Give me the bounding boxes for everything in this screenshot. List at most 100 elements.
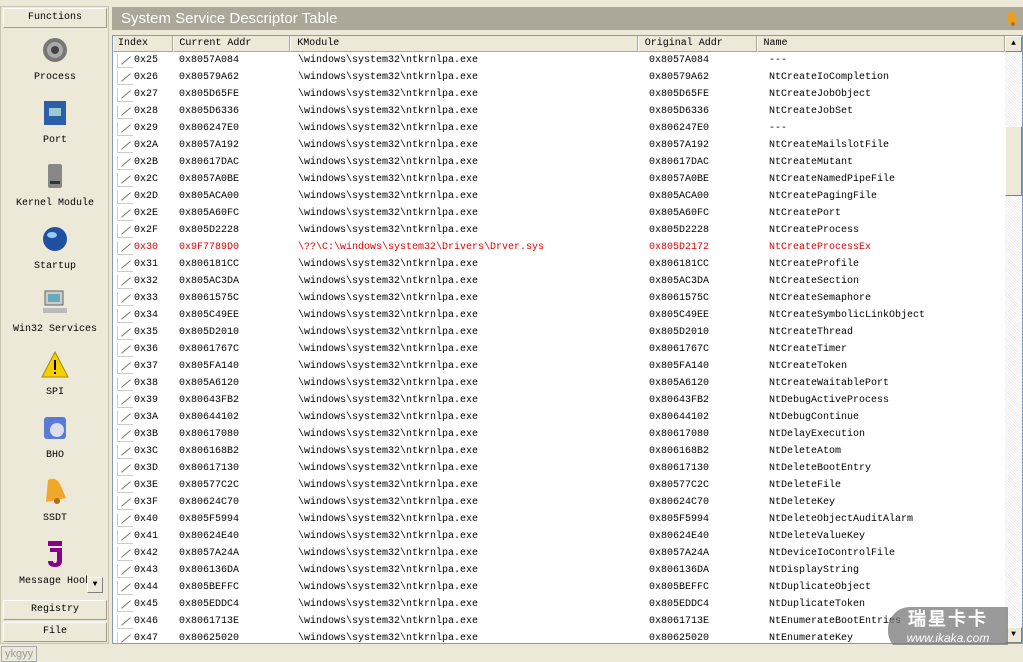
- table-row[interactable]: 0x2B 0x80617DAC \windows\system32\ntkrnlpa…: [113, 154, 1005, 171]
- cell-index-text: 0x46: [134, 616, 159, 627]
- registry-button[interactable]: Registry: [3, 600, 107, 620]
- cell-original-addr: 0x805EDDC4: [649, 599, 710, 610]
- cell-index-text: 0x3D: [134, 463, 159, 474]
- row-item-icon: [117, 189, 133, 204]
- table-row[interactable]: 0x2D 0x805ACA00 \windows\system32\ntkrnlpa…: [113, 188, 1005, 205]
- cell-index-text: 0x33: [134, 293, 159, 304]
- column-header-current-addr[interactable]: Current Addr: [173, 36, 291, 52]
- sidebar-tool-spi[interactable]: SPI: [3, 346, 107, 409]
- cell-name: NtCreateSymbolicLinkObject: [769, 310, 926, 321]
- cell-index: 0x43: [113, 562, 174, 579]
- cell-original-addr: 0x80617080: [649, 429, 710, 440]
- status-bar: ykgyy: [0, 645, 1023, 662]
- scroll-up-button[interactable]: ▲: [1005, 36, 1022, 52]
- table-row[interactable]: 0x28 0x805D6336 \windows\system32\ntkrnlpa…: [113, 103, 1005, 120]
- table-row[interactable]: 0x37 0x805FA140 \windows\system32\ntkrnlpa…: [113, 358, 1005, 375]
- table-row[interactable]: 0x27 0x805D65FE \windows\system32\ntkrnlpa…: [113, 86, 1005, 103]
- table-row[interactable]: 0x34 0x805C49EE \windows\system32\ntkrnlpa…: [113, 307, 1005, 324]
- cell-original-addr: 0x80625020: [649, 633, 710, 644]
- table-row[interactable]: 0x26 0x80579A62 \windows\system32\ntkrnlpa…: [113, 69, 1005, 86]
- cell-name: NtCreateWaitablePort: [769, 378, 890, 389]
- row-item-icon: [117, 427, 133, 442]
- cell-original-addr: 0x80617DAC: [649, 157, 710, 168]
- row-item-icon: [117, 546, 133, 561]
- watermark-brand: 瑞星卡卡: [908, 609, 988, 629]
- table-row[interactable]: 0x41 0x80624E40 \windows\system32\ntkrnlpa…: [113, 528, 1005, 545]
- cell-original-addr: 0x8061713E: [649, 616, 710, 627]
- row-item-icon: [117, 444, 133, 459]
- row-item-icon: [117, 563, 133, 578]
- sidebar-tool-label: SSDT: [42, 513, 67, 524]
- table-row[interactable]: 0x3C 0x806168B2 \windows\system32\ntkrnlpa…: [113, 443, 1005, 460]
- sidebar-tool-bho[interactable]: BHO: [3, 409, 107, 472]
- table-row[interactable]: 0x35 0x805D2010 \windows\system32\ntkrnlpa…: [113, 324, 1005, 341]
- cell-index: 0x37: [113, 358, 174, 375]
- cell-original-addr: 0x805D65FE: [649, 89, 710, 100]
- row-item-icon: [117, 53, 133, 68]
- table-row[interactable]: 0x31 0x806181CC \windows\system32\ntkrnlpa…: [113, 256, 1005, 273]
- column-header-kmodule[interactable]: KModule: [290, 36, 638, 52]
- file-button[interactable]: File: [3, 622, 107, 642]
- cell-kmodule: \windows\system32\ntkrnlpa.exe: [298, 429, 479, 440]
- table-row[interactable]: 0x3A 0x80644102 \windows\system32\ntkrnlpa…: [113, 409, 1005, 426]
- cell-kmodule: \windows\system32\ntkrnlpa.exe: [298, 191, 479, 202]
- table-row[interactable]: 0x3D 0x80617130 \windows\system32\ntkrnlpa…: [113, 460, 1005, 477]
- table-row[interactable]: 0x44 0x805BEFFC \windows\system32\ntkrnlpa…: [113, 579, 1005, 596]
- functions-button[interactable]: Functions: [3, 8, 107, 28]
- table-row[interactable]: 0x42 0x8057A24A \windows\system32\ntkrnlpa…: [113, 545, 1005, 562]
- cell-name: NtDeleteKey: [769, 497, 836, 508]
- cell-name: ---: [769, 55, 788, 66]
- table-row[interactable]: 0x2C 0x8057A0BE \windows\system32\ntkrnlpa…: [113, 171, 1005, 188]
- cell-current-addr: 0x805FA140: [179, 361, 240, 372]
- cell-kmodule: \windows\system32\ntkrnlpa.exe: [298, 378, 479, 389]
- column-header-index[interactable]: Index: [113, 36, 174, 52]
- table-row[interactable]: 0x30 0x9F7789D0 \??\C:\windows\system32\Dr…: [113, 239, 1005, 256]
- cell-kmodule: \windows\system32\ntkrnlpa.exe: [298, 412, 479, 423]
- vertical-scrollbar[interactable]: ▲ ▼: [1005, 36, 1022, 643]
- table-row[interactable]: 0x45 0x805EDDC4 \windows\system32\ntkrnlpa…: [113, 596, 1005, 613]
- tool-list-scroll-down-button[interactable]: ▼: [87, 577, 103, 593]
- cell-index-text: 0x3F: [134, 497, 159, 508]
- table-row[interactable]: 0x46 0x8061713E \windows\system32\ntkrnlpa…: [113, 613, 1005, 630]
- gear-icon: [43, 38, 67, 62]
- sidebar-tool-kernel-module[interactable]: Kernel Module: [3, 157, 107, 220]
- table-row[interactable]: 0x3F 0x80624C70 \windows\system32\ntkrnlpa…: [113, 494, 1005, 511]
- table-row[interactable]: 0x2F 0x805D2228 \windows\system32\ntkrnlpa…: [113, 222, 1005, 239]
- table-row[interactable]: 0x43 0x806136DA \windows\system32\ntkrnlpa…: [113, 562, 1005, 579]
- sidebar-tool-ssdt[interactable]: SSDT: [3, 472, 107, 535]
- sidebar-tool-startup[interactable]: Startup: [3, 220, 107, 283]
- table-row[interactable]: 0x39 0x80643FB2 \windows\system32\ntkrnlpa…: [113, 392, 1005, 409]
- table-row[interactable]: 0x38 0x805A6120 \windows\system32\ntkrnlpa…: [113, 375, 1005, 392]
- table-row[interactable]: 0x29 0x806247E0 \windows\system32\ntkrnlpa…: [113, 120, 1005, 137]
- cell-index-text: 0x2B: [134, 157, 159, 168]
- cell-index-text: 0x38: [134, 378, 159, 389]
- table-row[interactable]: 0x3E 0x80577C2C \windows\system32\ntkrnlpa…: [113, 477, 1005, 494]
- cell-original-addr: 0x805F5994: [649, 514, 710, 525]
- sidebar-tool-win32-services[interactable]: Win32 Services: [3, 283, 107, 346]
- cell-current-addr: 0x80617080: [179, 429, 240, 440]
- table-row[interactable]: 0x32 0x805AC3DA \windows\system32\ntkrnlpa…: [113, 273, 1005, 290]
- column-header-original-addr[interactable]: Original Addr: [637, 36, 757, 52]
- table-row[interactable]: 0x33 0x8061575C \windows\system32\ntkrnlpa…: [113, 290, 1005, 307]
- cell-kmodule: \windows\system32\ntkrnlpa.exe: [298, 208, 479, 219]
- cell-original-addr: 0x805D2172: [649, 242, 710, 253]
- row-item-icon: [117, 155, 133, 170]
- cell-name: NtCreateIoCompletion: [769, 72, 890, 83]
- cell-index: 0x35: [113, 324, 174, 341]
- table-row[interactable]: 0x47 0x80625020 \windows\system32\ntkrnlpa…: [113, 630, 1005, 644]
- column-header-name[interactable]: Name: [756, 36, 1005, 52]
- table-row[interactable]: 0x3B 0x80617080 \windows\system32\ntkrnlpa…: [113, 426, 1005, 443]
- table-row[interactable]: 0x2E 0x805A60FC \windows\system32\ntkrnlpa…: [113, 205, 1005, 222]
- table-row[interactable]: 0x36 0x8061767C \windows\system32\ntkrnlpa…: [113, 341, 1005, 358]
- row-item-icon: [117, 410, 133, 425]
- cell-original-addr: 0x80624C70: [649, 497, 710, 508]
- table-row[interactable]: 0x2A 0x8057A192 \windows\system32\ntkrnlpa…: [113, 137, 1005, 154]
- sidebar-tool-port[interactable]: Port: [3, 94, 107, 157]
- scrollbar-thumb[interactable]: [1005, 126, 1022, 196]
- sidebar-tool-process[interactable]: Process: [3, 31, 107, 94]
- table-row[interactable]: 0x40 0x805F5994 \windows\system32\ntkrnlpa…: [113, 511, 1005, 528]
- cell-index: 0x29: [113, 120, 174, 137]
- table-row[interactable]: 0x25 0x8057A084 \windows\system32\ntkrnlpa…: [113, 52, 1005, 69]
- cell-index: 0x30: [113, 239, 174, 256]
- cell-current-addr: 0x8057A192: [179, 140, 240, 151]
